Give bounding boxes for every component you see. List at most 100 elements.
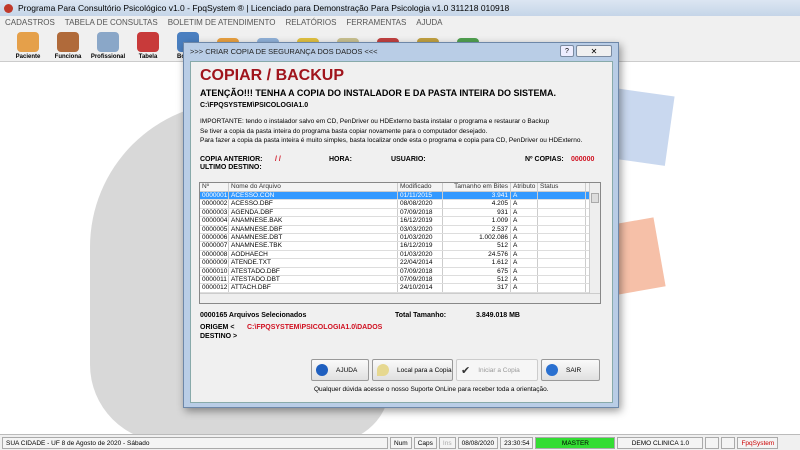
local-copia-button[interactable]: Local para a Copia xyxy=(372,359,453,381)
help-icon-button[interactable]: ? xyxy=(560,45,574,57)
table-cell xyxy=(538,217,586,225)
scroll-thumb[interactable] xyxy=(591,193,599,203)
table-cell xyxy=(538,200,586,208)
table-cell: ANAMNESE.BAK xyxy=(229,217,398,225)
menu-item[interactable]: CADASTROS xyxy=(5,18,55,27)
table-cell: AODHAECH xyxy=(229,250,398,259)
table-cell: A xyxy=(511,275,538,284)
local-label: Local para a Copia xyxy=(397,366,452,374)
column-header[interactable]: Modificado xyxy=(398,183,443,191)
table-cell: 0000008 xyxy=(202,250,229,259)
table-row[interactable]: 0000010 ATESTADO.DBF 07/09/2018 675 A xyxy=(200,267,600,276)
column-header[interactable]: Nome do Arquivo xyxy=(229,183,398,191)
table-row[interactable]: 0000003 AGENDA.DBF 07/09/2018 931 A xyxy=(200,208,600,218)
status-brand: FpqSystem xyxy=(737,436,779,449)
toolbar-button[interactable]: Tabela xyxy=(128,28,168,62)
table-cell: 512 xyxy=(443,275,511,284)
status-num: Num xyxy=(390,436,412,449)
close-button[interactable]: ✕ xyxy=(576,45,612,57)
info-icon xyxy=(316,364,328,376)
table-cell: 0000001 xyxy=(202,192,229,200)
table-row[interactable]: 0000005 ANAMNESE.DBF 03/03/2020 2.537 A xyxy=(200,225,600,234)
table-row[interactable]: 0000002 ACESSO.DBF 08/08/2020 4.205 A xyxy=(200,200,600,209)
calculator-icon[interactable] xyxy=(721,436,736,449)
table-cell: 0000003 xyxy=(202,208,229,217)
copia-anterior-label: COPIA ANTERIOR: xyxy=(200,156,263,163)
toolbar-button[interactable]: Paciente xyxy=(8,28,48,62)
toolbar-icon xyxy=(137,32,159,52)
warning-text: ATENÇÃO!!! TENHA A COPIA DO INSTALADOR E… xyxy=(200,88,556,98)
toolbar-label: Tabela xyxy=(138,54,158,60)
table-cell xyxy=(538,250,586,259)
menu-item[interactable]: BOLETIM DE ATENDIMENTO xyxy=(168,18,276,27)
files-table[interactable]: Nº Nome do Arquivo Modificado Tamanho em Bi… xyxy=(199,182,601,304)
table-cell: A xyxy=(511,192,538,200)
table-cell: 0000006 xyxy=(202,233,229,242)
toolbar-label: Paciente xyxy=(15,54,41,60)
table-cell: A xyxy=(511,284,538,292)
table-row[interactable]: 0000004 ANAMNESE.BAK 16/12/2019 1.009 A xyxy=(200,217,600,226)
toolbar-icon xyxy=(17,32,39,52)
ajuda-label: AJUDA xyxy=(336,366,358,374)
menu-item[interactable]: FERRAMENTAS xyxy=(346,18,406,27)
table-cell: AGENDA.DBF xyxy=(229,208,398,217)
table-cell: 1.612 xyxy=(443,259,511,267)
column-header[interactable]: Atributo xyxy=(511,183,538,191)
ajuda-button[interactable]: AJUDA xyxy=(311,359,369,381)
table-cell xyxy=(538,242,586,250)
table-cell xyxy=(538,225,586,233)
table-cell: 16/12/2019 xyxy=(398,242,443,250)
ncopias-label: Nº COPIAS: xyxy=(525,156,564,163)
table-row[interactable]: 0000001 ACESSO.CON 01/11/2015 3.941 A xyxy=(200,192,600,201)
table-cell xyxy=(538,267,586,275)
table-cell: ACESSO.DBF xyxy=(229,200,398,208)
table-cell: A xyxy=(511,242,538,250)
table-cell: 0000009 xyxy=(202,259,229,267)
menu-item[interactable]: AJUDA xyxy=(416,18,442,27)
table-row[interactable]: 0000007 ANAMNESE.TBK 16/12/2019 512 A xyxy=(200,242,600,251)
table-row[interactable]: 0000006 ANAMNESE.DBT 01/03/2020 1.002.086 A xyxy=(200,233,600,243)
table-row[interactable]: 0000009 ATENDE.TXT 22/04/2014 1.612 A xyxy=(200,259,600,268)
table-cell: 0000002 xyxy=(202,200,229,208)
column-header[interactable]: Tamanho em Bites xyxy=(443,183,511,191)
checkmark-icon: ✔ xyxy=(461,364,471,377)
horizontal-scrollbar[interactable] xyxy=(200,293,600,303)
table-cell xyxy=(538,284,586,292)
table-cell: ATENDE.TXT xyxy=(229,259,398,267)
iniciar-copia-button[interactable]: ✔ Iniciar a Copia xyxy=(456,359,538,381)
magnifier-icon xyxy=(377,364,389,376)
column-header[interactable]: Nº xyxy=(200,183,229,191)
table-row[interactable]: 0000011 ATESTADO.DBT 07/09/2018 512 A xyxy=(200,275,600,285)
sair-button[interactable]: SAIR xyxy=(541,359,600,381)
table-cell: 512 xyxy=(443,242,511,250)
table-cell: ATESTADO.DBT xyxy=(229,275,398,284)
status-time: 23:30:54 xyxy=(500,436,534,449)
toolbar-icon xyxy=(97,32,119,52)
table-cell xyxy=(538,233,586,242)
table-cell: ATTACH.DBF xyxy=(229,284,398,292)
table-cell: 01/03/2020 xyxy=(398,250,443,259)
hora-label: HORA: xyxy=(329,156,352,163)
table-cell: 0000007 xyxy=(202,242,229,250)
dialog-heading: COPIAR / BACKUP xyxy=(200,67,345,84)
arrow-right-icon xyxy=(546,364,558,376)
table-cell xyxy=(538,192,586,200)
toolbar-button[interactable]: Funciona xyxy=(48,28,88,62)
ultimo-destino-label: ULTIMO DESTINO: xyxy=(200,164,262,171)
menu-item[interactable]: TABELA DE CONSULTAS xyxy=(65,18,158,27)
toolbar-button[interactable]: Profissional xyxy=(88,28,128,62)
app-logo-icon xyxy=(4,3,13,13)
menu-item[interactable]: RELATÓRIOS xyxy=(285,18,336,27)
table-cell: ATESTADO.DBF xyxy=(229,267,398,275)
table-cell: 22/04/2014 xyxy=(398,259,443,267)
table-row[interactable]: 0000008 AODHAECH 01/03/2020 24.576 A xyxy=(200,250,600,260)
status-user: MASTER xyxy=(535,436,616,449)
destino-label: DESTINO > xyxy=(200,333,238,340)
table-cell: 0000012 xyxy=(202,284,229,292)
table-row[interactable]: 0000012 ATTACH.DBF 24/10/2014 317 A xyxy=(200,284,600,293)
printer-icon[interactable] xyxy=(705,436,720,449)
status-city-date: SUA CIDADE - UF 8 de Agosto de 2020 - Sá… xyxy=(2,436,388,449)
vertical-scrollbar[interactable] xyxy=(589,183,600,294)
table-cell xyxy=(538,259,586,267)
column-header[interactable]: Status xyxy=(538,183,586,191)
